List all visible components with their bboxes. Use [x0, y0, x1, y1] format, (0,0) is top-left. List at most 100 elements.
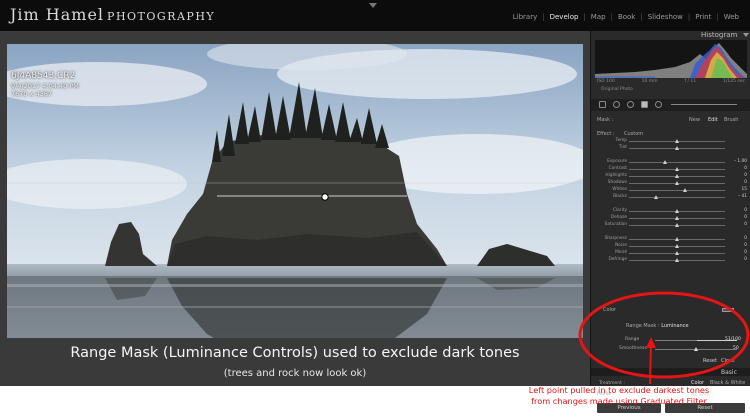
- spot-removal-icon[interactable]: [613, 101, 620, 108]
- slider-value[interactable]: 0: [729, 257, 747, 263]
- slider-thumb[interactable]: [675, 251, 679, 255]
- slider-thumb[interactable]: [653, 195, 658, 199]
- histogram-graph: [595, 40, 747, 78]
- slider-row-saturation: Saturation 0: [591, 222, 750, 229]
- slider-label: Exposure: [607, 159, 627, 164]
- top-bar: Jim Hamel PHOTOGRAPHY Library | Develop | Map…: [0, 0, 750, 31]
- slider-row-tint: Tint: [591, 145, 750, 152]
- slider-track[interactable]: [629, 244, 725, 248]
- mask-brush-button[interactable]: Brush: [724, 117, 738, 123]
- slider-row-highlights: Highlights 0: [591, 173, 750, 180]
- graduated-filter-icon[interactable]: [641, 101, 648, 108]
- smoothness-slider[interactable]: [655, 347, 737, 351]
- module-library[interactable]: Library: [508, 13, 542, 21]
- slider-thumb[interactable]: [675, 139, 679, 143]
- slider-track[interactable]: [629, 209, 725, 213]
- color-label: Color: [603, 307, 617, 313]
- module-web[interactable]: Web: [719, 13, 744, 21]
- slider-track[interactable]: [629, 181, 725, 185]
- slider-track[interactable]: [629, 216, 725, 220]
- slider-value[interactable]: – 41: [729, 194, 747, 200]
- histogram-collapse-icon[interactable]: [743, 33, 749, 37]
- module-map[interactable]: Map: [586, 13, 611, 21]
- slider-track[interactable]: [629, 167, 725, 171]
- slider-track[interactable]: [629, 258, 725, 262]
- annotation-line-1: Left point pulled in to exclude darkest …: [528, 385, 710, 395]
- basic-panel-title[interactable]: Basic: [721, 369, 737, 376]
- slider-value[interactable]: 0: [729, 166, 747, 172]
- slider-row-contrast: Contrast 0: [591, 166, 750, 173]
- radial-filter-icon[interactable]: [655, 101, 662, 108]
- photo-canvas-area: 6J4A8543.CR2 9/4/2017 4:04:40 PM 7670 x …: [0, 31, 590, 363]
- slider-thumb[interactable]: [675, 237, 679, 241]
- slider-value[interactable]: 0: [729, 243, 747, 249]
- slider-value[interactable]: 0: [729, 236, 747, 242]
- slider-value[interactable]: 0: [729, 208, 747, 214]
- slider-thumb[interactable]: [675, 244, 679, 248]
- slider-value[interactable]: 0: [729, 173, 747, 179]
- slider-thumb[interactable]: [675, 258, 679, 262]
- histogram-exif-row: ISO 100 16 mm f / 11 1/125 sec: [597, 79, 745, 84]
- collapse-top-panel-icon[interactable]: [369, 3, 377, 8]
- mask-reset-button[interactable]: Reset: [703, 358, 717, 364]
- slider-label: Sharpness: [604, 236, 627, 241]
- slider-value[interactable]: – 1.00: [729, 159, 747, 165]
- mask-label: Mask :: [597, 117, 614, 123]
- original-photo-toggle[interactable]: Original Photo: [601, 87, 633, 92]
- slider-value[interactable]: 15: [729, 187, 747, 193]
- slider-value[interactable]: 0: [729, 180, 747, 186]
- slider-row-temp: Temp: [591, 138, 750, 145]
- slider-thumb[interactable]: [675, 216, 679, 220]
- slider-value[interactable]: 0: [729, 215, 747, 221]
- slider-row-defringe: Defringe 0: [591, 257, 750, 264]
- slider-track[interactable]: [629, 146, 725, 150]
- slider-track[interactable]: [629, 188, 725, 192]
- slider-label: Clarity: [612, 208, 627, 213]
- slider-value[interactable]: 0: [729, 222, 747, 228]
- adjustment-brush-line[interactable]: [671, 104, 737, 105]
- module-book[interactable]: Book: [613, 13, 640, 21]
- slider-track[interactable]: [629, 223, 725, 227]
- color-swatch[interactable]: [722, 308, 734, 312]
- mask-edit-button[interactable]: Edit: [708, 117, 718, 123]
- range-mask-mode[interactable]: Luminance: [661, 323, 688, 329]
- exif-focal: 16 mm: [641, 79, 658, 84]
- module-slideshow[interactable]: Slideshow: [643, 13, 688, 21]
- photo-capture-date: 9/4/2017 4:04:40 PM: [11, 82, 79, 90]
- effect-label: Effect :: [597, 131, 615, 137]
- slider-thumb[interactable]: [675, 181, 679, 185]
- smoothness-thumb[interactable]: [694, 347, 698, 351]
- module-print[interactable]: Print: [690, 13, 716, 21]
- slider-thumb[interactable]: [675, 167, 679, 171]
- slider-thumb[interactable]: [675, 209, 679, 213]
- slider-row-clarity: Clarity 0: [591, 208, 750, 215]
- crop-tool-icon[interactable]: [599, 101, 606, 108]
- range-mask-label: Range Mask :: [626, 323, 660, 329]
- range-value: 51/100: [725, 337, 741, 342]
- mask-new-button[interactable]: New: [689, 117, 700, 123]
- mask-close-button[interactable]: Close: [721, 358, 735, 364]
- slider-row-noise: Noise 0: [591, 243, 750, 250]
- module-develop[interactable]: Develop: [545, 13, 584, 21]
- annotation-line-2: from changes made using Graduated Filter: [531, 396, 707, 406]
- slider-thumb[interactable]: [675, 174, 679, 178]
- smoothness-value: 50: [733, 346, 739, 351]
- slider-track[interactable]: [629, 139, 725, 143]
- photo-preview[interactable]: [7, 44, 583, 363]
- slider-track[interactable]: [629, 237, 725, 241]
- effect-dropdown[interactable]: Custom: [624, 131, 643, 137]
- annotation-text: Left point pulled in to exclude darkest …: [490, 385, 748, 407]
- graduated-filter-pin[interactable]: [321, 193, 329, 201]
- slider-thumb[interactable]: [675, 223, 679, 227]
- slider-thumb[interactable]: [663, 160, 668, 164]
- slider-track[interactable]: [629, 160, 725, 164]
- histogram-title[interactable]: Histogram: [701, 31, 737, 39]
- slider-thumb[interactable]: [682, 188, 687, 192]
- red-eye-icon[interactable]: [627, 101, 634, 108]
- slider-track[interactable]: [629, 195, 725, 199]
- exif-iso: ISO 100: [597, 79, 615, 84]
- slider-thumb[interactable]: [675, 146, 679, 150]
- slider-value[interactable]: 0: [729, 250, 747, 256]
- slider-track[interactable]: [629, 251, 725, 255]
- slider-track[interactable]: [629, 174, 725, 178]
